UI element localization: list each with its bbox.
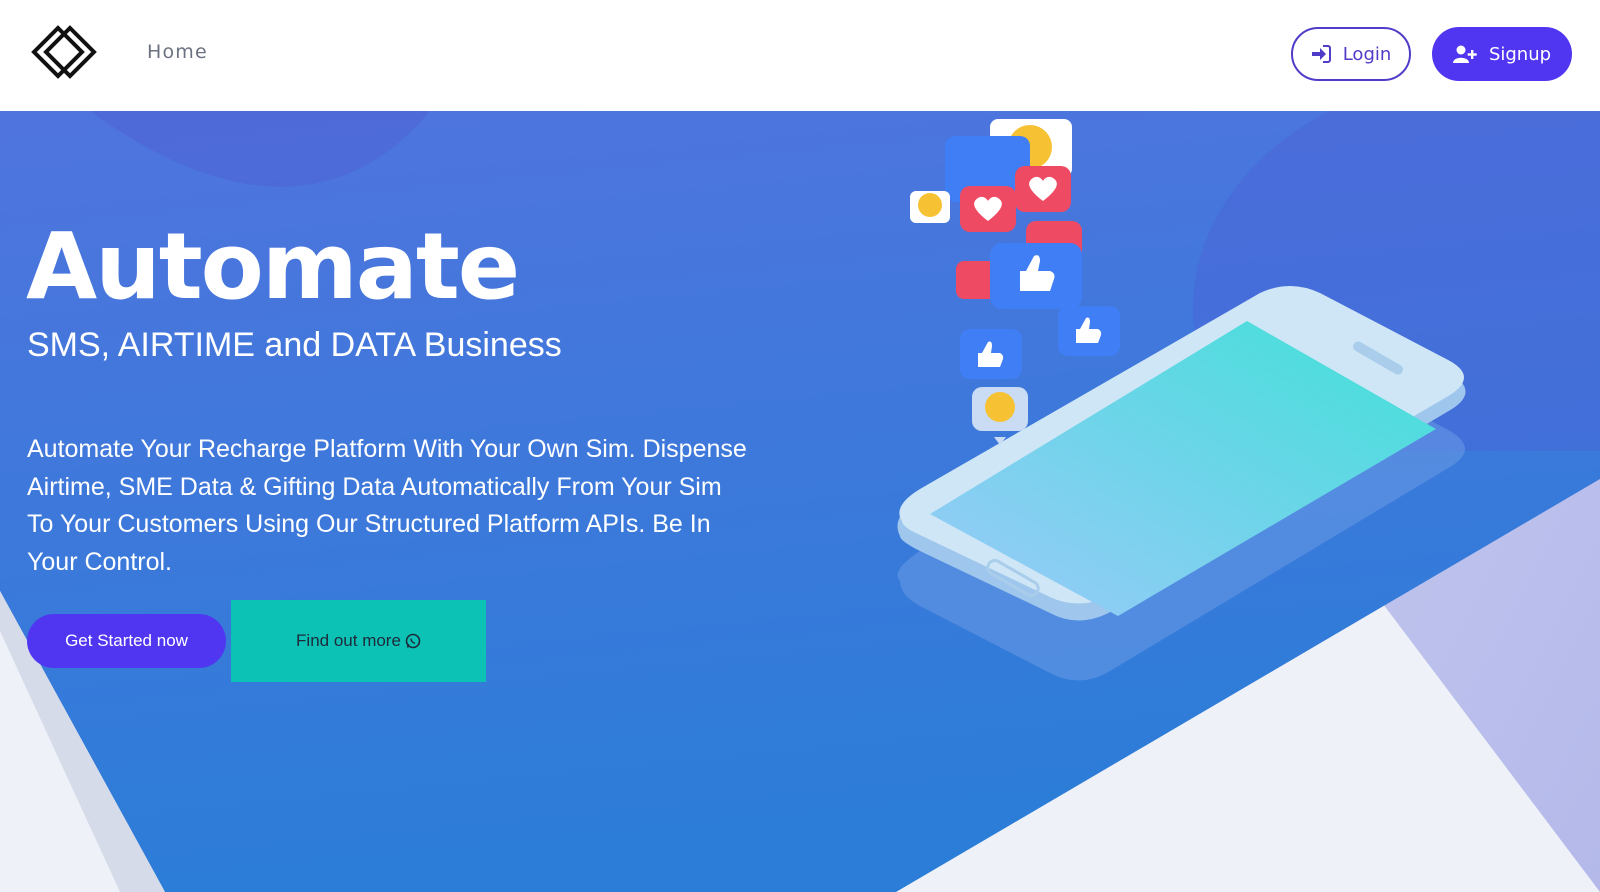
nav-link-home[interactable]: Home (147, 41, 208, 63)
login-button[interactable]: Login (1291, 27, 1411, 81)
find-out-more-button[interactable]: Find out more (231, 600, 486, 682)
find-out-more-label: Find out more (296, 631, 401, 650)
navbar: Home Login Signup (0, 0, 1600, 111)
hero-subtitle: SMS, AIRTIME and DATA Business (27, 326, 562, 364)
landing-page: Home Login Signup Automate SMS, AIRTIME … (0, 0, 1600, 892)
get-started-button[interactable]: Get Started now (27, 614, 226, 668)
hero-description: Automate Your Recharge Platform With You… (27, 435, 747, 576)
user-plus-icon (1452, 45, 1477, 63)
hero-title: Automate (26, 213, 520, 320)
phone-illustration (897, 119, 1466, 681)
whatsapp-icon (405, 633, 421, 649)
get-started-label: Get Started now (65, 631, 188, 650)
signup-button[interactable]: Signup (1432, 27, 1572, 81)
hero-section: Automate SMS, AIRTIME and DATA Business … (0, 111, 1600, 892)
sign-in-icon (1311, 45, 1331, 63)
login-label: Login (1342, 43, 1392, 65)
diamond-logo-icon[interactable] (28, 22, 100, 82)
signup-label: Signup (1488, 43, 1552, 65)
